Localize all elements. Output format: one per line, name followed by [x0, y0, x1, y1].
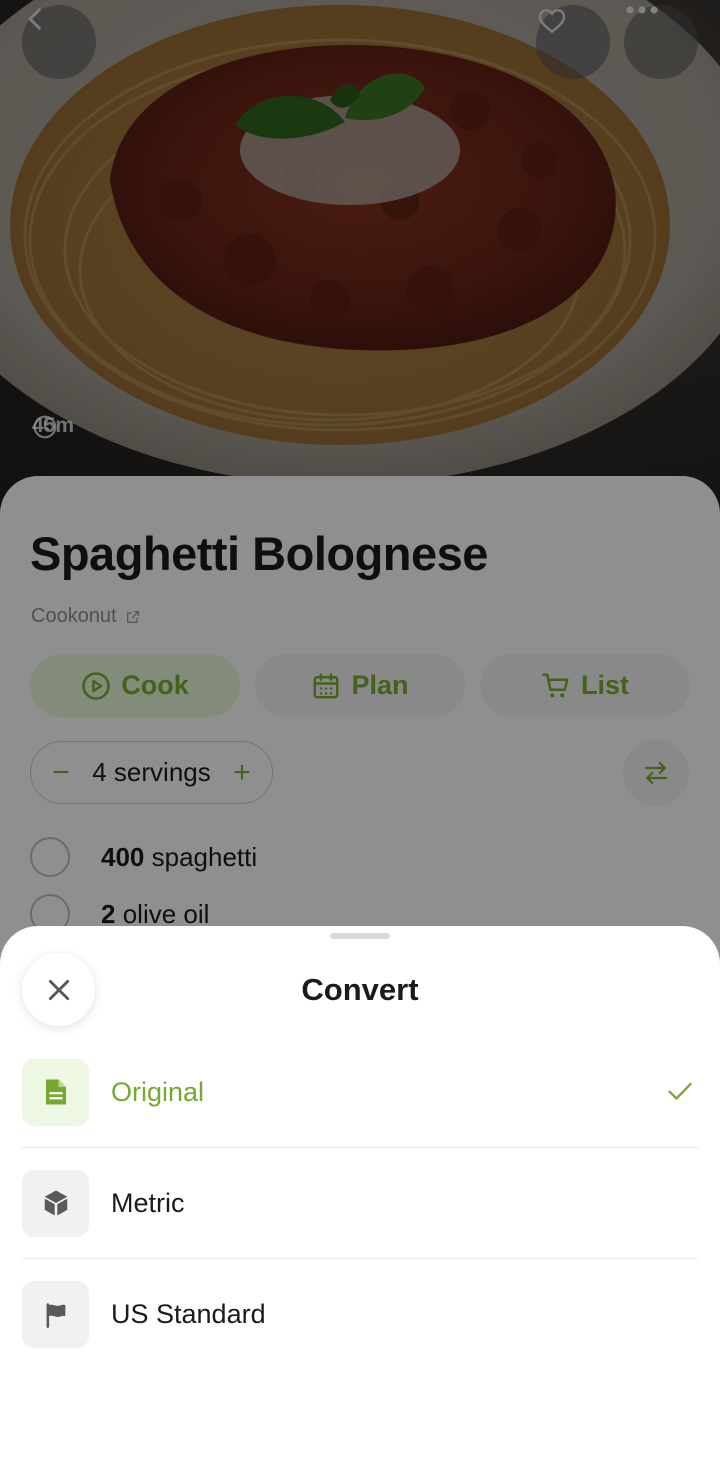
option-icon-box: [22, 1281, 89, 1348]
option-label: Metric: [111, 1187, 185, 1218]
document-icon: [45, 1079, 66, 1105]
option-label: US Standard: [111, 1299, 266, 1329]
option-metric[interactable]: Metric: [22, 1148, 698, 1259]
flag-icon: [46, 1302, 65, 1328]
sheet-title: Convert: [301, 972, 419, 1007]
cube-icon: [44, 1190, 67, 1216]
option-icon-box: [22, 1058, 89, 1126]
option-icon-box: [22, 1169, 89, 1237]
option-us-standard[interactable]: US Standard: [22, 1259, 698, 1370]
convert-bottom-sheet: Convert Original Metric US Standard: [0, 926, 720, 1466]
checkmark-icon: [668, 1082, 692, 1100]
option-label: Original: [111, 1076, 205, 1107]
sheet-drag-handle[interactable]: [330, 933, 390, 939]
option-original[interactable]: Original: [22, 1037, 698, 1148]
